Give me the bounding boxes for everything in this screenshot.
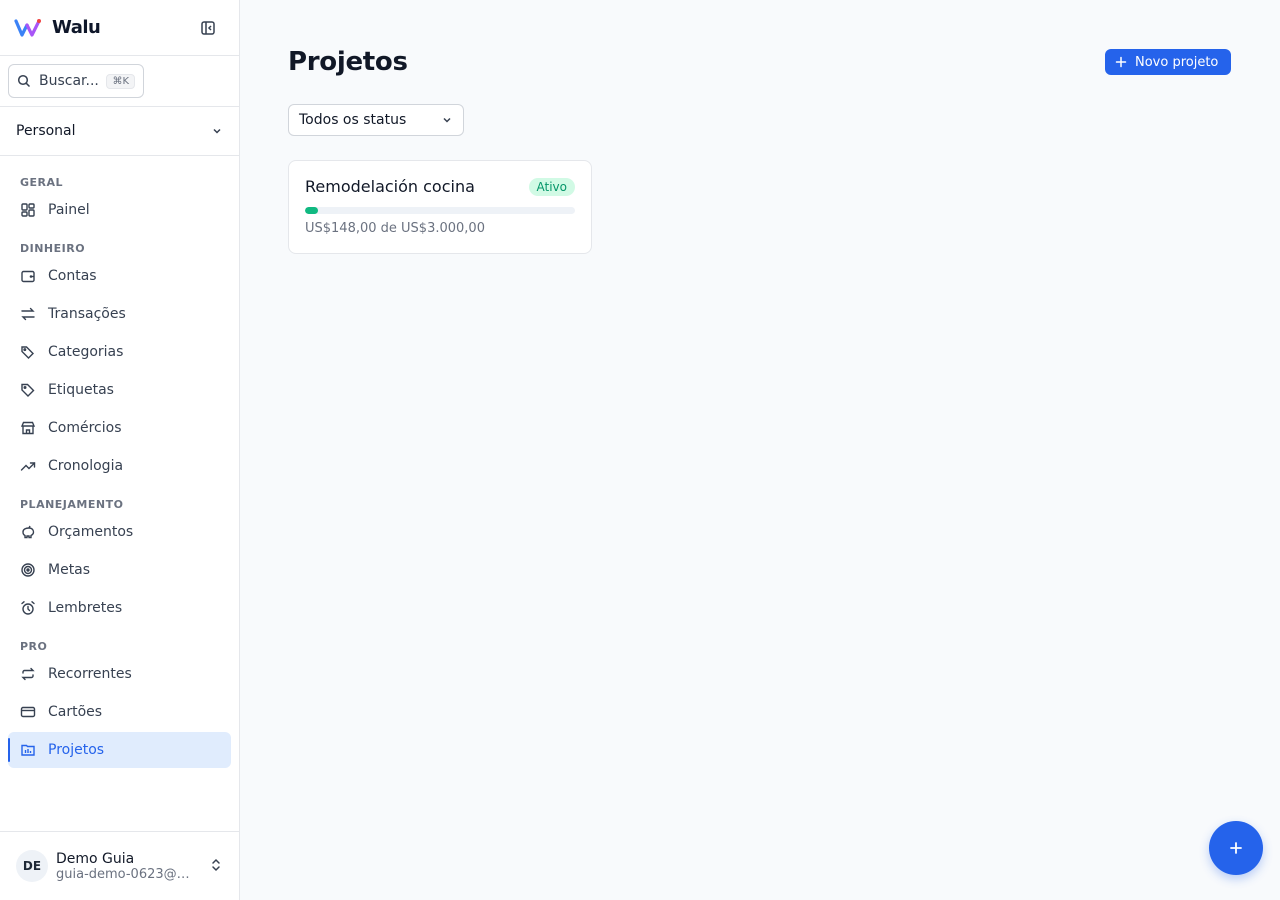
sidebar-item-cronologia[interactable]: Cronologia bbox=[8, 448, 231, 484]
project-name: Remodelación cocina bbox=[305, 177, 475, 196]
user-menu[interactable]: DE Demo Guia guia-demo-0623@example.com bbox=[0, 831, 239, 900]
search-icon bbox=[17, 74, 31, 88]
sidebar-item-projetos[interactable]: Projetos bbox=[8, 732, 231, 768]
search-shortcut-badge: ⌘K bbox=[106, 73, 135, 89]
user-email: guia-demo-0623@example.com bbox=[56, 866, 196, 882]
quick-add-button[interactable] bbox=[1209, 821, 1263, 875]
project-chart-icon bbox=[20, 742, 36, 758]
sidebar-item-label: Categorias bbox=[48, 344, 124, 360]
sidebar-item-label: Contas bbox=[48, 268, 97, 284]
sidebar: Walu Buscar... ⌘K Personal GERAL Painel … bbox=[0, 0, 240, 900]
sidebar-item-label: Painel bbox=[48, 202, 90, 218]
search-placeholder: Buscar... bbox=[39, 73, 99, 89]
plus-icon bbox=[1229, 841, 1243, 855]
credit-card-icon bbox=[20, 704, 36, 720]
sidebar-item-orcamentos[interactable]: Orçamentos bbox=[8, 514, 231, 550]
sidebar-item-painel[interactable]: Painel bbox=[8, 192, 231, 228]
dashboard-icon bbox=[20, 202, 36, 218]
wallet-icon bbox=[20, 268, 36, 284]
sidebar-item-label: Cartões bbox=[48, 704, 103, 720]
plus-icon bbox=[1115, 56, 1127, 68]
sidebar-item-contas[interactable]: Contas bbox=[8, 258, 231, 294]
walu-logo-icon bbox=[14, 17, 42, 39]
tags-icon bbox=[20, 344, 36, 360]
search-input[interactable]: Buscar... ⌘K bbox=[8, 64, 144, 98]
piggy-bank-icon bbox=[20, 524, 36, 540]
sidebar-item-transacoes[interactable]: Transações bbox=[8, 296, 231, 332]
status-filter-value: Todos os status bbox=[299, 112, 407, 128]
sidebar-item-label: Projetos bbox=[48, 742, 105, 758]
brand-name: Walu bbox=[52, 17, 101, 38]
sidebar-item-recorrentes[interactable]: Recorrentes bbox=[8, 656, 231, 692]
store-icon bbox=[20, 420, 36, 436]
section-title-planejamento: PLANEJAMENTO bbox=[20, 498, 124, 511]
brand-header: Walu bbox=[0, 0, 239, 56]
sidebar-item-cartoes[interactable]: Cartões bbox=[8, 694, 231, 730]
sidebar-item-label: Transações bbox=[48, 306, 126, 322]
status-filter-select[interactable]: Todos os status bbox=[288, 104, 464, 136]
user-info: Demo Guia guia-demo-0623@example.com bbox=[56, 851, 196, 882]
sidebar-item-label: Etiquetas bbox=[48, 382, 114, 398]
tag-icon bbox=[20, 382, 36, 398]
trending-up-icon bbox=[20, 458, 36, 474]
section-title-dinheiro: DINHEIRO bbox=[20, 242, 86, 255]
arrows-exchange-icon bbox=[20, 306, 36, 322]
page-title: Projetos bbox=[288, 47, 408, 77]
sidebar-item-comercios[interactable]: Comércios bbox=[8, 410, 231, 446]
new-project-button[interactable]: Novo projeto bbox=[1105, 49, 1231, 75]
sidebar-item-label: Metas bbox=[48, 562, 91, 578]
sidebar-item-etiquetas[interactable]: Etiquetas bbox=[8, 372, 231, 408]
chevron-down-icon bbox=[441, 114, 453, 126]
alarm-clock-icon bbox=[20, 600, 36, 616]
avatar: DE bbox=[16, 850, 48, 882]
target-icon bbox=[20, 562, 36, 578]
sidebar-item-categorias[interactable]: Categorias bbox=[8, 334, 231, 370]
new-project-label: Novo projeto bbox=[1135, 54, 1219, 70]
status-badge: Ativo bbox=[528, 177, 575, 196]
sidebar-item-label: Lembretes bbox=[48, 600, 123, 616]
chevrons-up-down-icon[interactable] bbox=[209, 857, 223, 876]
workspace-selector[interactable]: Personal bbox=[0, 107, 239, 156]
repeat-icon bbox=[20, 666, 36, 682]
section-title-pro: PRO bbox=[20, 640, 48, 653]
sidebar-collapse-icon[interactable] bbox=[197, 17, 219, 39]
sidebar-item-label: Comércios bbox=[48, 420, 122, 436]
chevron-down-icon bbox=[211, 122, 223, 141]
sidebar-nav: GERAL Painel DINHEIRO Contas Transações … bbox=[0, 156, 239, 768]
sidebar-item-metas[interactable]: Metas bbox=[8, 552, 231, 588]
search-area: Buscar... ⌘K bbox=[0, 56, 239, 107]
sidebar-item-label: Recorrentes bbox=[48, 666, 132, 682]
workspace-label: Personal bbox=[16, 123, 76, 139]
sidebar-item-label: Cronologia bbox=[48, 458, 124, 474]
project-card-header: Remodelación cocina Ativo bbox=[305, 177, 575, 196]
project-card[interactable]: Remodelación cocina Ativo US$148,00 de U… bbox=[288, 160, 592, 254]
main-content: Projetos Novo projeto Todos os status Re… bbox=[240, 0, 1280, 900]
section-title-geral: GERAL bbox=[20, 176, 64, 189]
user-name: Demo Guia bbox=[56, 850, 135, 867]
project-progress-bar bbox=[305, 207, 575, 214]
sidebar-item-lembretes[interactable]: Lembretes bbox=[8, 590, 231, 626]
project-amount: US$148,00 de US$3.000,00 bbox=[305, 221, 485, 236]
project-progress-fill bbox=[305, 207, 319, 214]
sidebar-item-label: Orçamentos bbox=[48, 524, 134, 540]
